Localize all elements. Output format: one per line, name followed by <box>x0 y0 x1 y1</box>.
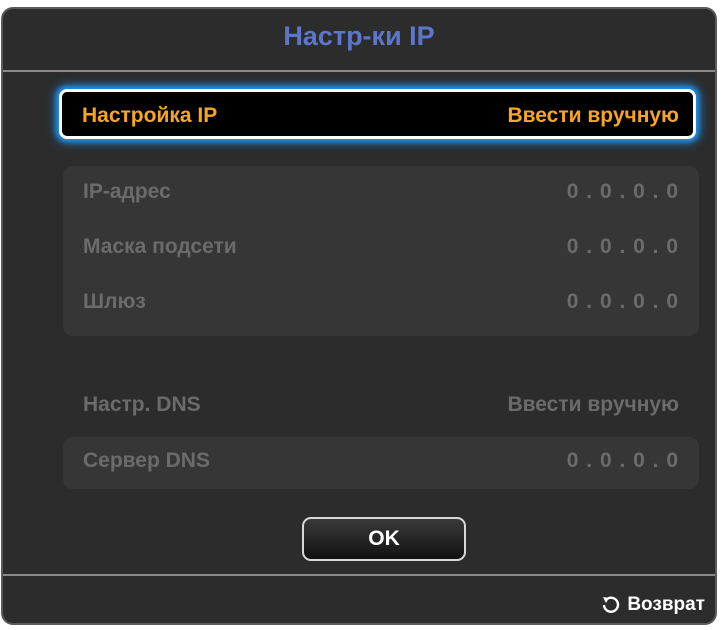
ok-button[interactable]: OK <box>302 517 466 561</box>
ip-setting-value: Ввести вручную <box>507 104 679 127</box>
ip-setting-row[interactable]: Настройка IP Ввести вручную <box>59 89 696 139</box>
footer-divider <box>3 574 715 576</box>
dns-setting-value: Ввести вручную <box>507 393 679 416</box>
title-divider <box>3 70 715 72</box>
return-button[interactable]: Возврат <box>601 594 705 616</box>
dns-setting-label: Настр. DNS <box>83 393 201 416</box>
gateway-label: Шлюз <box>83 290 146 313</box>
ip-address-label: IP-адрес <box>83 180 171 203</box>
subnet-mask-value: 0 . 0 . 0 . 0 <box>566 235 679 258</box>
dns-server-label: Сервер DNS <box>83 449 210 472</box>
subnet-mask-label: Маска подсети <box>83 235 237 258</box>
ip-address-value: 0 . 0 . 0 . 0 <box>566 180 679 203</box>
return-arrow-icon <box>603 596 620 613</box>
dns-server-row: Сервер DNS 0 . 0 . 0 . 0 <box>83 449 679 475</box>
gateway-value: 0 . 0 . 0 . 0 <box>566 290 679 313</box>
ip-settings-dialog: Настр-ки IP Настройка IP Ввести вручную … <box>1 7 717 625</box>
ip-address-row: IP-адрес 0 . 0 . 0 . 0 <box>83 180 679 206</box>
dns-server-value: 0 . 0 . 0 . 0 <box>566 449 679 472</box>
dns-setting-row: Настр. DNS Ввести вручную <box>83 393 679 419</box>
subnet-mask-row: Маска подсети 0 . 0 . 0 . 0 <box>83 235 679 261</box>
ip-setting-label: Настройка IP <box>82 104 218 127</box>
return-label: Возврат <box>627 594 705 615</box>
gateway-row: Шлюз 0 . 0 . 0 . 0 <box>83 290 679 316</box>
dialog-title: Настр-ки IP <box>283 21 435 51</box>
